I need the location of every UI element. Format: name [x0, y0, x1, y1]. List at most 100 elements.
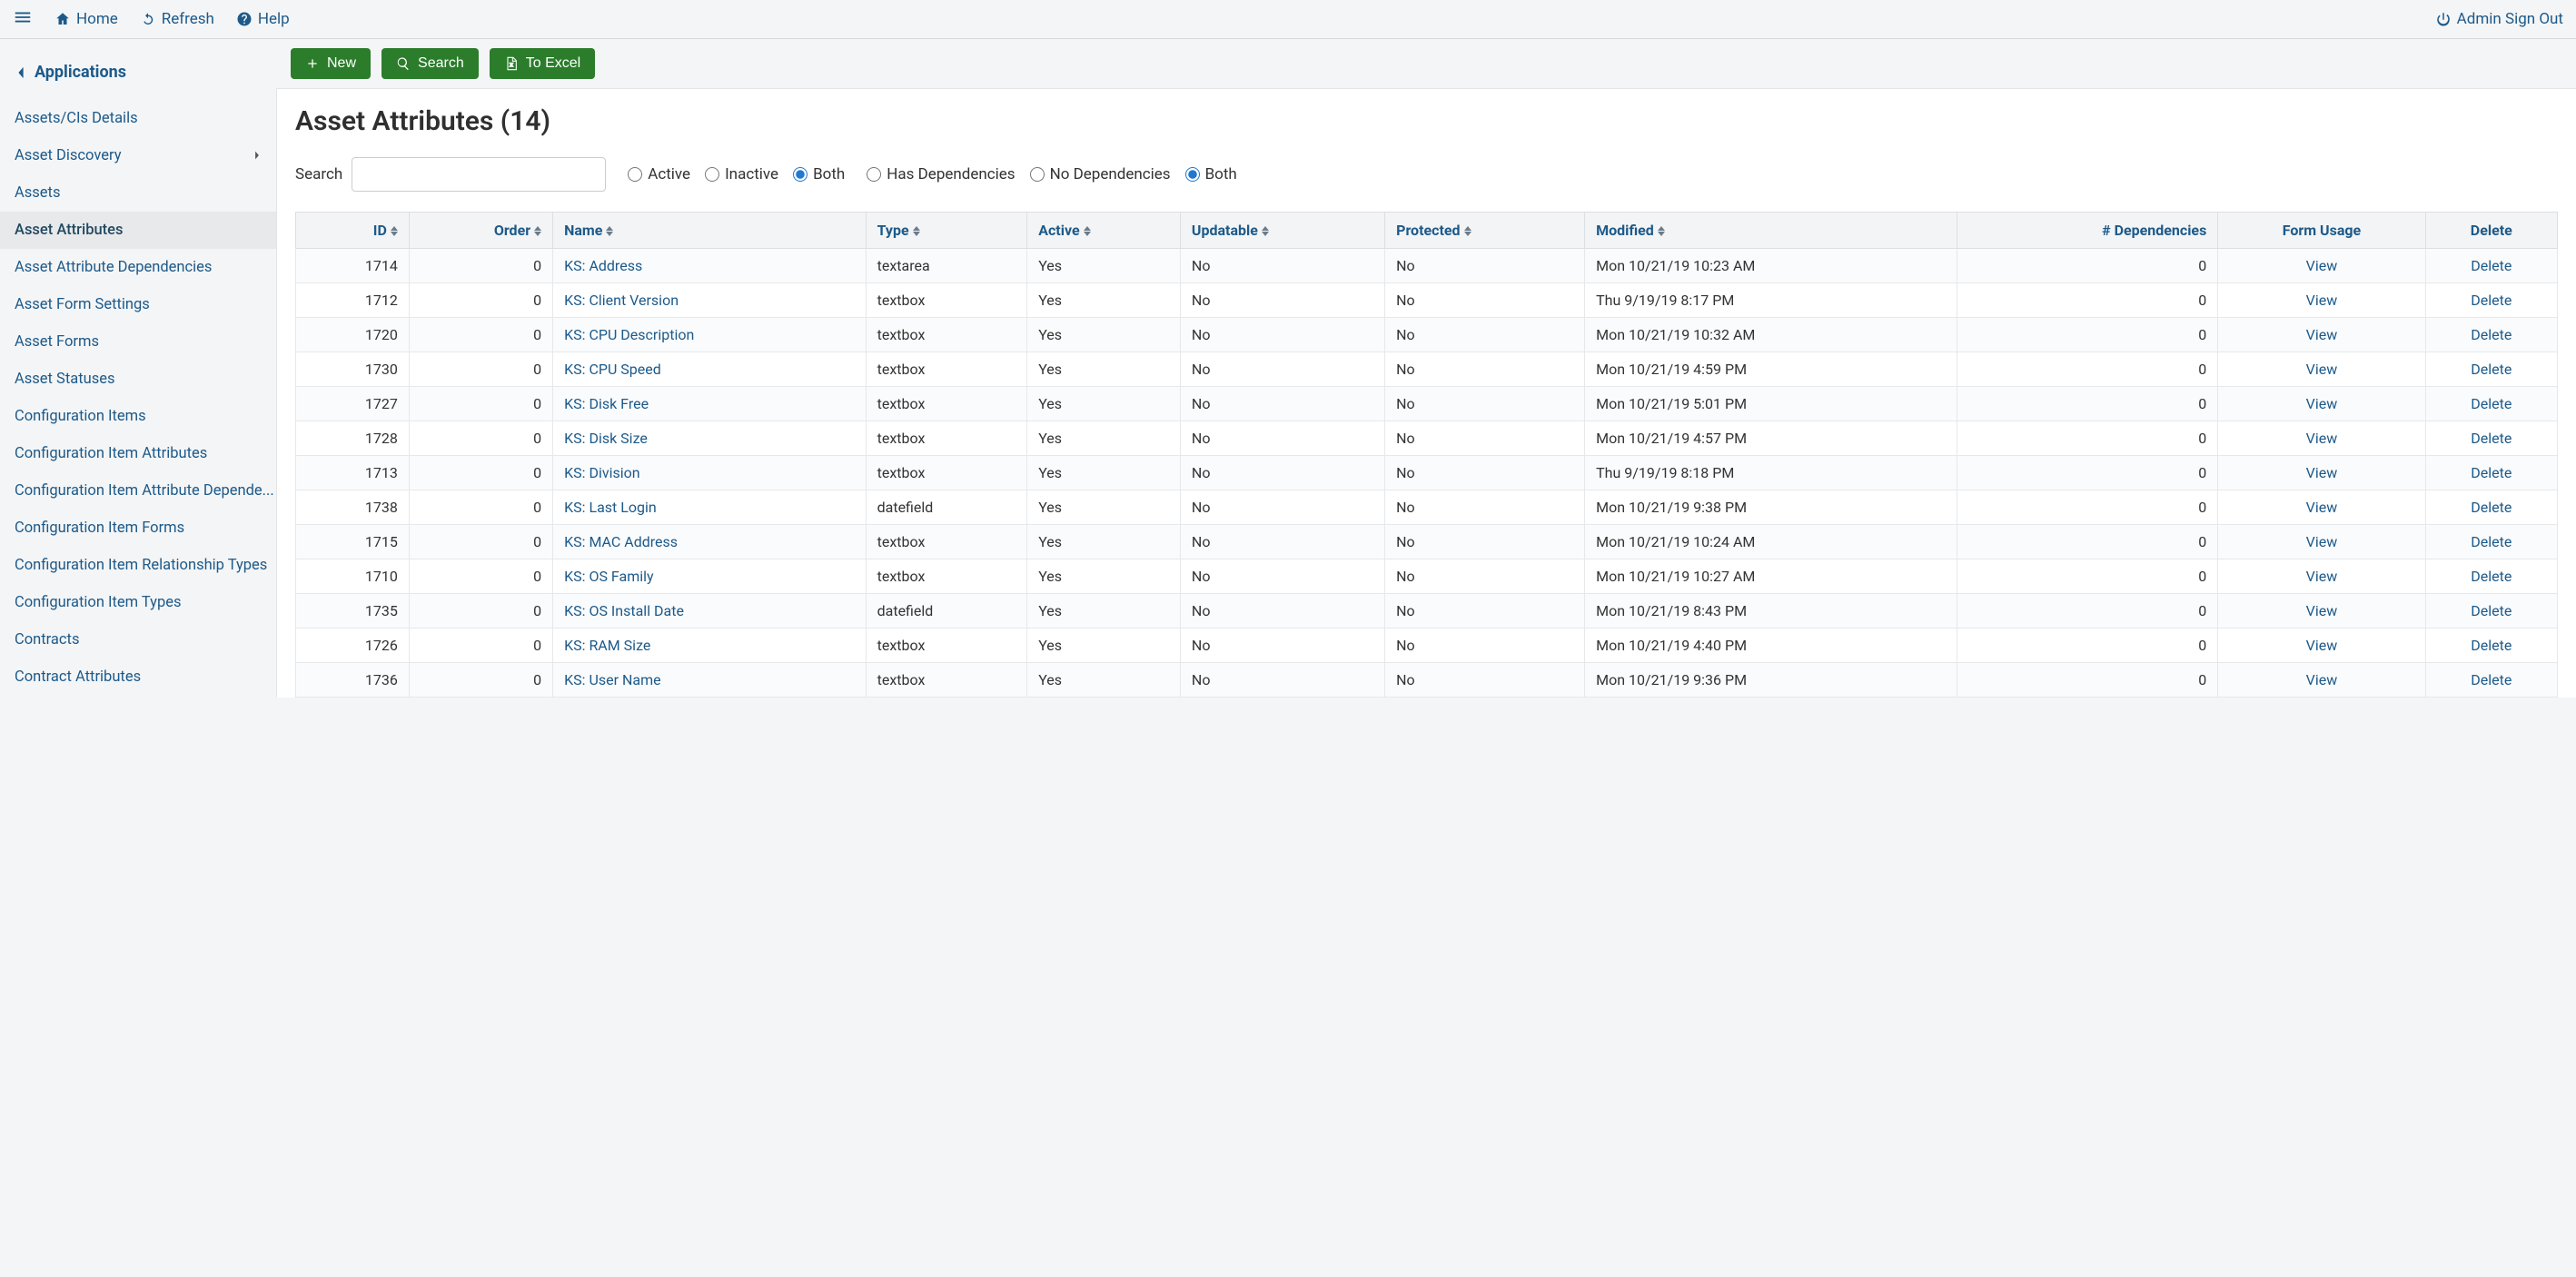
cell-view-link[interactable]: View: [2306, 257, 2338, 274]
cell-delete-link[interactable]: Delete: [2471, 602, 2512, 619]
col-name[interactable]: Name: [553, 213, 867, 249]
cell-view-link[interactable]: View: [2306, 395, 2338, 412]
cell-view: View: [2218, 490, 2425, 525]
search-input[interactable]: [352, 157, 606, 192]
cell-modified: Mon 10/21/19 10:24 AM: [1585, 525, 1957, 559]
cell-view-link[interactable]: View: [2306, 568, 2338, 585]
deps-option-1[interactable]: No Dependencies: [1030, 165, 1171, 183]
cell-name-link[interactable]: KS: Disk Free: [564, 395, 649, 412]
sidebar-item-label: Configuration Item Forms: [15, 520, 184, 537]
cell-name-link[interactable]: KS: Client Version: [564, 292, 679, 309]
cell-delete-link[interactable]: Delete: [2471, 430, 2512, 447]
search-button[interactable]: Search: [381, 48, 479, 79]
col-active[interactable]: Active: [1027, 213, 1181, 249]
cell-deps: 0: [1957, 594, 2218, 629]
home-link[interactable]: Home: [54, 10, 118, 28]
sidebar-item-8[interactable]: Configuration Items: [0, 398, 276, 435]
sidebar-item-3[interactable]: Asset Attributes: [0, 212, 276, 249]
cell-delete-link[interactable]: Delete: [2471, 568, 2512, 585]
refresh-icon: [140, 11, 156, 27]
col-type[interactable]: Type: [866, 213, 1027, 249]
status-radio-2[interactable]: [793, 167, 807, 182]
cell-delete-link[interactable]: Delete: [2471, 326, 2512, 343]
cell-delete-link[interactable]: Delete: [2471, 257, 2512, 274]
cell-name-link[interactable]: KS: Disk Size: [564, 430, 648, 447]
deps-radio-2[interactable]: [1185, 167, 1200, 182]
sidebar-item-9[interactable]: Configuration Item Attributes: [0, 435, 276, 472]
cell-delete-link[interactable]: Delete: [2471, 395, 2512, 412]
cell-view-link[interactable]: View: [2306, 292, 2338, 309]
status-radio-1[interactable]: [705, 167, 719, 182]
col-modified[interactable]: Modified: [1585, 213, 1957, 249]
cell-id: 1713: [296, 456, 410, 490]
topbar: Home Refresh Help Admin Sign Out: [0, 0, 2576, 39]
refresh-link[interactable]: Refresh: [140, 10, 214, 28]
sidebar-item-1[interactable]: Asset Discovery: [0, 137, 276, 174]
sidebar-item-10[interactable]: Configuration Item Attribute Depende...: [0, 472, 276, 510]
col-updatable[interactable]: Updatable: [1180, 213, 1384, 249]
cell-view-link[interactable]: View: [2306, 464, 2338, 481]
menu-toggle[interactable]: [13, 7, 33, 31]
deps-radio-1[interactable]: [1030, 167, 1045, 182]
cell-name-link[interactable]: KS: Address: [564, 257, 642, 274]
cell-active: Yes: [1027, 318, 1181, 352]
sidebar-item-11[interactable]: Configuration Item Forms: [0, 510, 276, 547]
cell-name-link[interactable]: KS: MAC Address: [564, 533, 678, 550]
col-protected[interactable]: Protected: [1385, 213, 1585, 249]
sidebar-item-14[interactable]: Contracts: [0, 621, 276, 658]
status-option-1[interactable]: Inactive: [705, 165, 778, 183]
cell-delete: Delete: [2425, 387, 2557, 421]
cell-order: 0: [409, 318, 552, 352]
sidebar-back[interactable]: Applications: [0, 54, 276, 94]
cell-delete-link[interactable]: Delete: [2471, 361, 2512, 378]
cell-delete-link[interactable]: Delete: [2471, 637, 2512, 654]
cell-name-link[interactable]: KS: Last Login: [564, 499, 657, 516]
cell-view-link[interactable]: View: [2306, 533, 2338, 550]
cell-view-link[interactable]: View: [2306, 499, 2338, 516]
cell-delete-link[interactable]: Delete: [2471, 671, 2512, 688]
cell-delete-link[interactable]: Delete: [2471, 499, 2512, 516]
cell-view-link[interactable]: View: [2306, 430, 2338, 447]
cell-view-link[interactable]: View: [2306, 602, 2338, 619]
excel-button[interactable]: To Excel: [490, 48, 595, 79]
col-id[interactable]: ID: [296, 213, 410, 249]
sidebar-item-12[interactable]: Configuration Item Relationship Types: [0, 547, 276, 584]
sidebar-item-label: Configuration Item Types: [15, 594, 182, 611]
new-button[interactable]: New: [291, 48, 371, 79]
cell-name-link[interactable]: KS: OS Install Date: [564, 602, 684, 619]
cell-view-link[interactable]: View: [2306, 637, 2338, 654]
signout-label: Admin Sign Out: [2457, 10, 2563, 28]
sidebar-item-2[interactable]: Assets: [0, 174, 276, 212]
sidebar-item-7[interactable]: Asset Statuses: [0, 361, 276, 398]
sidebar-item-15[interactable]: Contract Attributes: [0, 658, 276, 696]
cell-name-link[interactable]: KS: User Name: [564, 671, 661, 688]
col-order[interactable]: Order: [409, 213, 552, 249]
cell-name-link[interactable]: KS: CPU Speed: [564, 361, 661, 378]
status-option-2[interactable]: Both: [793, 165, 845, 183]
deps-radio-0[interactable]: [867, 167, 881, 182]
cell-order: 0: [409, 456, 552, 490]
cell-delete-link[interactable]: Delete: [2471, 292, 2512, 309]
deps-option-2[interactable]: Both: [1185, 165, 1237, 183]
deps-option-0[interactable]: Has Dependencies: [867, 165, 1015, 183]
cell-name-link[interactable]: KS: OS Family: [564, 568, 654, 585]
cell-view-link[interactable]: View: [2306, 326, 2338, 343]
sidebar-item-0[interactable]: Assets/CIs Details: [0, 100, 276, 137]
cell-view-link[interactable]: View: [2306, 671, 2338, 688]
table-row: 17300KS: CPU SpeedtextboxYesNoNoMon 10/2…: [296, 352, 2558, 387]
cell-deps: 0: [1957, 352, 2218, 387]
cell-delete-link[interactable]: Delete: [2471, 533, 2512, 550]
sidebar-item-5[interactable]: Asset Form Settings: [0, 286, 276, 323]
cell-name-link[interactable]: KS: RAM Size: [564, 637, 650, 654]
status-option-0[interactable]: Active: [628, 165, 690, 183]
signout-link[interactable]: Admin Sign Out: [2435, 10, 2563, 28]
sidebar-item-6[interactable]: Asset Forms: [0, 323, 276, 361]
help-link[interactable]: Help: [236, 10, 290, 28]
status-radio-0[interactable]: [628, 167, 642, 182]
cell-view-link[interactable]: View: [2306, 361, 2338, 378]
cell-name-link[interactable]: KS: Division: [564, 464, 640, 481]
cell-delete-link[interactable]: Delete: [2471, 464, 2512, 481]
cell-name-link[interactable]: KS: CPU Description: [564, 326, 694, 343]
sidebar-item-13[interactable]: Configuration Item Types: [0, 584, 276, 621]
sidebar-item-4[interactable]: Asset Attribute Dependencies: [0, 249, 276, 286]
